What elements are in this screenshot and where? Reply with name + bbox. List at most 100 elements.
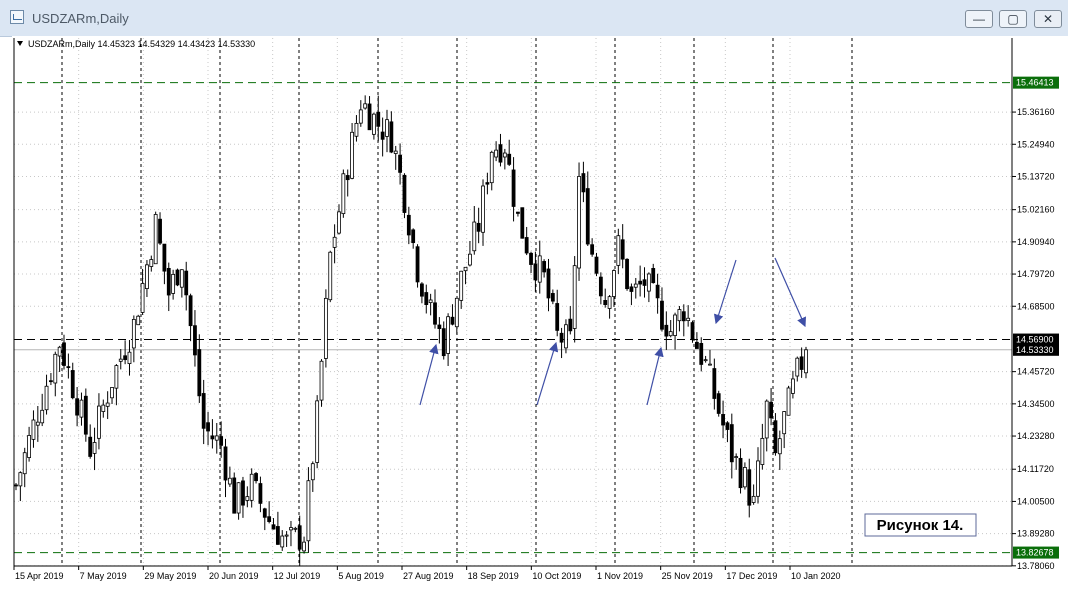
candle-body	[773, 420, 778, 454]
candle-body	[105, 402, 110, 407]
candle-body	[612, 270, 616, 297]
candle-body	[673, 314, 677, 336]
candle-body	[337, 211, 341, 234]
candle-body	[131, 318, 136, 349]
candle-body	[267, 516, 272, 522]
candle-body	[406, 214, 411, 236]
candle-body	[297, 525, 302, 550]
close-button[interactable]: ✕	[1034, 10, 1062, 28]
y-tick-label: 14.45720	[1017, 367, 1055, 377]
candle-body	[363, 103, 368, 109]
candle-body	[219, 436, 224, 446]
candle-body	[249, 473, 254, 501]
candle-body	[175, 269, 180, 286]
candle-body	[777, 438, 782, 455]
candle-body	[166, 267, 171, 296]
y-tick-label: 15.24940	[1017, 139, 1055, 149]
candle-body	[254, 473, 258, 482]
candle-body	[472, 221, 477, 252]
candle-body	[153, 214, 158, 265]
candle-body	[756, 460, 760, 497]
restore-button[interactable]: ▢	[999, 10, 1027, 28]
candle-body	[446, 316, 450, 354]
y-tick-label: 15.13720	[1017, 171, 1055, 181]
candle-body	[310, 463, 315, 481]
y-tick-label: 13.78060	[1017, 561, 1055, 571]
candle-body	[555, 303, 560, 331]
x-tick-label: 29 May 2019	[144, 571, 196, 581]
candle-body	[179, 269, 184, 288]
candle-body	[188, 295, 193, 327]
y-tick-label: 15.36160	[1017, 107, 1055, 117]
candle-body	[62, 342, 66, 366]
candle-body	[14, 484, 18, 487]
candle-body	[123, 355, 128, 361]
y-tick-label: 14.00500	[1017, 496, 1055, 506]
candle-body	[149, 259, 154, 267]
y-tick-label: 14.23280	[1017, 431, 1055, 441]
minimize-icon: —	[973, 12, 985, 26]
chart-header-label: USDZARm,Daily 14.45323 14.54329 14.43423…	[28, 39, 255, 49]
candle-body	[376, 111, 381, 127]
candle-body	[302, 541, 306, 552]
candle-body	[568, 318, 573, 332]
candle-body	[681, 311, 686, 322]
x-tick-label: 5 Aug 2019	[338, 571, 384, 581]
candle-body	[764, 400, 769, 439]
candle-body	[633, 283, 638, 288]
candle-body	[380, 131, 385, 140]
candle-body	[616, 235, 621, 266]
candle-body	[581, 173, 586, 193]
candle-body	[184, 270, 189, 296]
candle-body	[664, 324, 669, 337]
candle-body	[332, 236, 337, 248]
candle-body	[454, 297, 459, 328]
candle-body	[193, 325, 197, 356]
candle-body	[520, 207, 525, 239]
candle-body	[40, 409, 45, 424]
candle-body	[280, 535, 285, 548]
candle-body	[245, 496, 250, 501]
figure-caption: Рисунок 14.	[877, 517, 964, 534]
candle-body	[27, 435, 31, 458]
candle-body	[603, 300, 608, 305]
candle-body	[358, 109, 363, 124]
restore-icon: ▢	[1007, 12, 1019, 26]
candle-body	[533, 263, 538, 281]
candle-body	[529, 252, 533, 265]
candle-body	[481, 185, 485, 233]
minimize-button[interactable]: —	[965, 10, 993, 28]
level-price-label: 14.56900	[1016, 335, 1054, 345]
candle-body	[428, 299, 433, 304]
candle-body	[638, 280, 643, 285]
candle-body	[542, 261, 547, 273]
chart-window-icon	[10, 10, 24, 24]
candle-body	[585, 188, 590, 245]
y-tick-label: 14.90940	[1017, 237, 1055, 247]
window-titlebar: USDZARm,Daily — ▢ ✕	[0, 0, 1068, 37]
candle-body	[372, 113, 376, 135]
candle-body	[459, 270, 464, 301]
x-tick-label: 20 Jun 2019	[209, 571, 259, 581]
candle-body	[241, 480, 245, 506]
price-chart[interactable]: 15.46413 14.5690014.53330 13.82678 15.3616…	[12, 36, 1068, 592]
candle-body	[690, 322, 695, 341]
candle-body	[694, 341, 699, 349]
candle-body	[162, 243, 167, 272]
candle-body	[651, 268, 656, 284]
candle-body	[223, 446, 228, 481]
candle-body	[385, 119, 389, 137]
candle-body	[786, 387, 791, 416]
window-title: USDZARm,Daily	[32, 11, 129, 26]
candle-body	[341, 173, 346, 215]
level-price-label: 13.82678	[1016, 548, 1054, 558]
candle-body	[114, 365, 119, 389]
candle-body	[328, 251, 333, 301]
candle-body	[402, 174, 407, 213]
candle-body	[262, 508, 267, 518]
candle-body	[564, 324, 568, 349]
candle-body	[110, 387, 114, 399]
candle-body	[232, 477, 237, 514]
candle-body	[136, 315, 141, 326]
candle-body	[389, 121, 394, 153]
